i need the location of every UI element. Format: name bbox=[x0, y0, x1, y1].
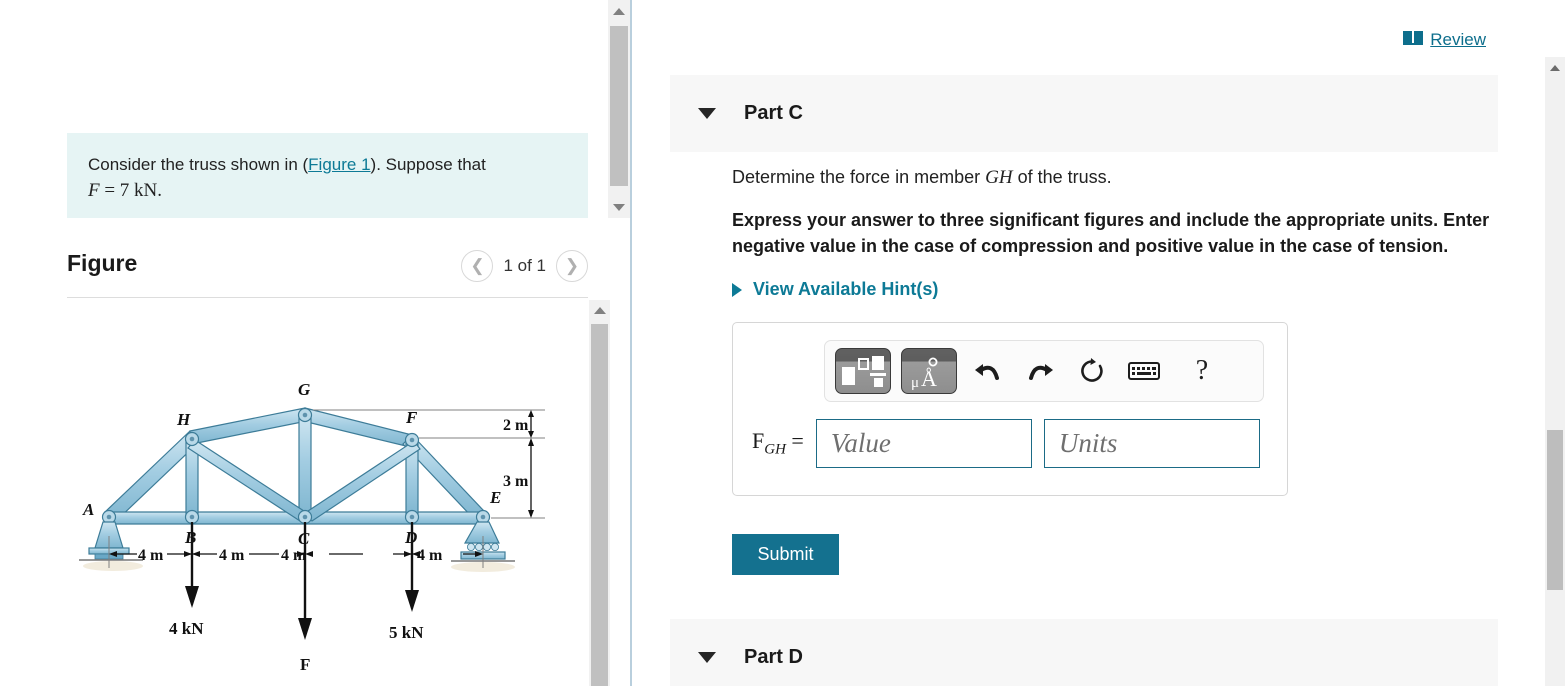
review-link[interactable]: Review bbox=[1403, 30, 1486, 50]
book-icon bbox=[1403, 30, 1424, 50]
truss-dim-bay-4: 4 m bbox=[417, 547, 443, 564]
answer-units-input[interactable] bbox=[1043, 419, 1260, 468]
figure-scrollbar[interactable] bbox=[589, 300, 610, 686]
truss-label-D: D bbox=[404, 528, 417, 547]
svg-text:μ: μ bbox=[911, 375, 919, 391]
question-member: GH bbox=[985, 167, 1013, 188]
figure-scrollbar-thumb[interactable] bbox=[591, 324, 608, 686]
truss-dim-bay-1: 4 m bbox=[138, 547, 164, 564]
units-template-icon[interactable]: Å μ bbox=[901, 348, 957, 394]
assignment-pane: Review Part C Determine the force in mem… bbox=[634, 0, 1565, 686]
truss-label-E: E bbox=[489, 488, 501, 507]
part-c-header[interactable]: Part C bbox=[670, 75, 1498, 152]
caret-down-icon[interactable] bbox=[698, 108, 716, 119]
page-scroll-up-arrow-icon[interactable] bbox=[1547, 61, 1563, 75]
truss-label-G: G bbox=[298, 380, 311, 399]
submit-button[interactable]: Submit bbox=[732, 534, 839, 575]
part-c-body: Determine the force in member GH of the … bbox=[732, 167, 1522, 496]
figure-next-button[interactable]: ❯ bbox=[556, 250, 588, 282]
review-label: Review bbox=[1430, 30, 1486, 49]
part-d-title: Part D bbox=[744, 646, 803, 668]
answer-entry-box: Å μ ? FGH = Value Units bbox=[732, 322, 1288, 496]
figure-1-link[interactable]: Figure 1 bbox=[308, 155, 370, 174]
problem-scrollbar[interactable] bbox=[608, 0, 630, 218]
problem-statement-text: Consider the truss shown in (Figure 1). … bbox=[88, 152, 566, 204]
caret-right-icon bbox=[732, 282, 742, 297]
figure-title: Figure bbox=[67, 250, 138, 276]
part-c-title: Part C bbox=[744, 102, 803, 124]
truss-figure: A B C D E F G H 2 m bbox=[67, 300, 588, 686]
caret-down-icon[interactable] bbox=[698, 652, 716, 663]
truss-label-A: A bbox=[82, 500, 94, 519]
truss-dim-3m: 3 m bbox=[503, 473, 529, 490]
part-c-instructions: Express your answer to three significant… bbox=[732, 210, 1490, 256]
scrollbar-thumb[interactable] bbox=[610, 26, 628, 186]
figure-prev-button[interactable]: ❮ bbox=[461, 250, 494, 282]
truss-load-5kN: 5 kN bbox=[389, 623, 424, 642]
view-hints-link[interactable]: View Available Hint(s) bbox=[732, 279, 1522, 300]
problem-text-trail: ). Suppose that bbox=[370, 155, 486, 174]
figure-header: Figure ❮ 1 of 1 ❯ bbox=[67, 246, 588, 298]
truss-label-B: B bbox=[184, 528, 196, 547]
question-trail: of the truss. bbox=[1012, 167, 1112, 187]
figure-page-count: 1 of 1 bbox=[503, 256, 546, 275]
page-scrollbar-thumb[interactable] bbox=[1547, 430, 1563, 590]
truss-dim-bay-3: 4 m bbox=[281, 547, 307, 564]
truss-label-F: F bbox=[405, 408, 418, 427]
reset-icon[interactable] bbox=[1071, 348, 1113, 394]
answer-variable-label: FGH = bbox=[752, 428, 804, 458]
part-c-question: Determine the force in member GH of the … bbox=[732, 167, 1522, 189]
truss-dim-2m: 2 m bbox=[503, 417, 529, 434]
figure-pager: ❮ 1 of 1 ❯ bbox=[461, 250, 588, 282]
problem-text-lead: Consider the truss shown in ( bbox=[88, 155, 309, 174]
help-icon[interactable]: ? bbox=[1181, 348, 1223, 394]
given-variable: F bbox=[88, 180, 100, 201]
truss-load-4kN: 4 kN bbox=[169, 619, 204, 638]
page-root: Consider the truss shown in (Figure 1). … bbox=[0, 0, 1565, 686]
truss-diagram-svg: A B C D E F G H 2 m bbox=[79, 380, 545, 674]
answer-input-row: FGH = bbox=[752, 419, 1260, 468]
problem-pane: Consider the truss shown in (Figure 1). … bbox=[0, 0, 632, 686]
truss-label-H: H bbox=[176, 410, 191, 429]
figure-divider bbox=[67, 297, 588, 298]
svg-text:Å: Å bbox=[921, 366, 937, 391]
given-equation: = 7 kN. bbox=[104, 180, 163, 201]
truss-load-F: F bbox=[300, 655, 310, 674]
math-template-icon[interactable] bbox=[835, 348, 891, 394]
scroll-up-arrow-icon[interactable] bbox=[608, 0, 630, 22]
undo-icon[interactable] bbox=[967, 348, 1009, 394]
question-lead: Determine the force in member bbox=[732, 167, 986, 187]
problem-statement-box: Consider the truss shown in (Figure 1). … bbox=[67, 133, 588, 218]
truss-dim-bay-2: 4 m bbox=[219, 547, 245, 564]
keyboard-icon[interactable] bbox=[1123, 348, 1165, 394]
redo-icon[interactable] bbox=[1019, 348, 1061, 394]
view-hints-label: View Available Hint(s) bbox=[753, 279, 939, 299]
figure-scroll-up-arrow-icon[interactable] bbox=[589, 300, 610, 321]
answer-value-input[interactable] bbox=[815, 419, 1032, 468]
scroll-down-arrow-icon[interactable] bbox=[608, 196, 630, 218]
math-toolbar: Å μ ? bbox=[824, 340, 1264, 402]
part-d-header[interactable]: Part D bbox=[670, 619, 1498, 686]
page-scrollbar[interactable] bbox=[1545, 57, 1565, 686]
